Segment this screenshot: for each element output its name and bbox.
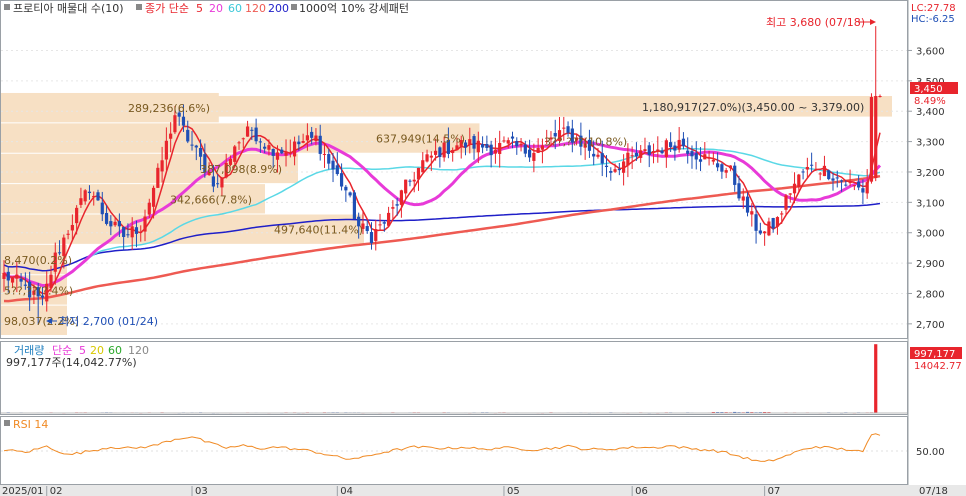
volume-tag-pct: 14042.77 (914, 361, 962, 372)
x-tick-label: 07/18 (919, 486, 948, 496)
profile-label: 8,470(0.2%) (4, 254, 72, 267)
rsi-legend-icon (4, 420, 10, 426)
right-axis-panel (908, 0, 966, 486)
legend-close-icon (136, 4, 142, 10)
candle (352, 190, 356, 220)
y-tick-label: 3,200 (916, 168, 945, 179)
price-tag-value: 3,450 (914, 84, 943, 95)
profile-label: 387,098(8.9%) (200, 163, 282, 176)
price-tag-pct: 8.49% (914, 96, 946, 107)
y-tick-label: 2,700 (916, 320, 945, 331)
legend-ma20: 20 (209, 2, 223, 15)
bottom-axis-bar (0, 485, 966, 496)
candle (827, 169, 831, 181)
profile-label: 289,236(6.6%) (128, 102, 210, 115)
rsi-tick-label: 50.00 (916, 447, 945, 458)
y-tick-label: 3,600 (916, 46, 945, 57)
rsi-label: RSI 14 (13, 418, 48, 431)
y-tick-label: 2,800 (916, 289, 945, 300)
stock-chart: 98,037(2.2%)5??,??(?.4%)8,470(0.2%)497,6… (0, 0, 966, 496)
low-annotation: 최저 2,700 (01/24) (59, 315, 158, 328)
x-tick-label: 2025/01 (2, 486, 44, 496)
legend-box-icon (4, 4, 10, 10)
volume-current: 997,177주(14,042.77%) (6, 356, 137, 369)
high-annotation: 최고 3,680 (07/18) (766, 16, 865, 29)
legend-ma5: 5 (196, 2, 203, 15)
legend-ma120: 120 (245, 2, 266, 15)
profile-label: 5??,??(?.4%) (4, 284, 73, 297)
profile-label: 637,949(14.5%) (376, 133, 465, 146)
legend-ma200: 200 (268, 2, 289, 15)
volume-bar (874, 344, 878, 413)
y-tick-label: 3,000 (916, 229, 945, 240)
hc-indicator: HC:-6.25 (911, 14, 955, 25)
x-tick-label: 02 (50, 486, 63, 496)
legend-band-label: 1000억 10% 강세패턴 (299, 2, 409, 15)
x-tick-label: 04 (340, 486, 353, 496)
candle (869, 93, 874, 184)
legend-close-label: 종가 단순 (145, 2, 189, 15)
y-tick-label: 3,100 (916, 198, 945, 209)
profile-label: 1,180,917(27.0%)(3,450.00 ~ 3,379.00) (642, 101, 864, 114)
legend-box-label: 프로티아 매물대 수(10) (13, 2, 124, 15)
lc-indicator: LC:27.78 (911, 3, 956, 14)
y-tick-label: 2,900 (916, 259, 945, 270)
x-tick-label: 06 (635, 486, 648, 496)
y-tick-label: 3,400 (916, 107, 945, 118)
volume-tag-value: 997,177 (914, 349, 955, 360)
legend-band-icon (291, 4, 297, 10)
profile-label: 497,640(11.4%) (274, 224, 363, 237)
x-tick-label: 03 (195, 486, 208, 496)
profile-label: 3??,???(10.8%) (544, 136, 627, 149)
x-tick-label: 07 (768, 486, 781, 496)
x-tick-label: 05 (507, 486, 520, 496)
profile-label: 342,666(7.8%) (170, 193, 252, 206)
y-tick-label: 3,300 (916, 138, 945, 149)
legend-ma60: 60 (228, 2, 242, 15)
